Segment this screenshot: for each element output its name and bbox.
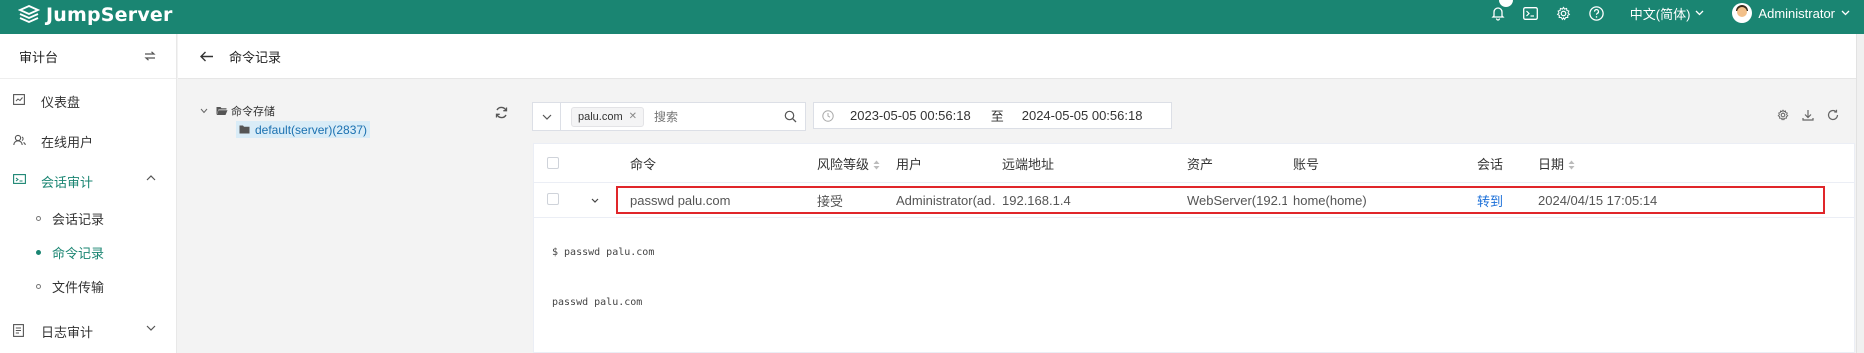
select-all-checkbox[interactable] xyxy=(547,157,559,169)
settings-icon[interactable] xyxy=(1777,109,1789,121)
caret-down-icon xyxy=(200,108,208,114)
download-icon[interactable] xyxy=(1802,109,1814,121)
sidebar-item-log-audit[interactable]: 日志审计 xyxy=(0,311,176,351)
sidebar-item-label: 仪表盘 xyxy=(41,94,81,110)
start-date[interactable]: 2023-05-05 00:56:18 xyxy=(850,108,971,123)
sidebar-subitem-session-records[interactable]: 会话记录 xyxy=(0,201,176,235)
bullet-icon xyxy=(36,249,41,255)
switch-view-icon[interactable] xyxy=(144,51,156,61)
session-icon xyxy=(13,174,27,188)
folder-open-icon xyxy=(216,107,228,115)
sidebar-item-session-audit[interactable]: 会话审计 xyxy=(0,161,176,201)
users-icon xyxy=(13,134,27,148)
brand-logo[interactable]: JumpServer xyxy=(18,0,173,30)
row-checkbox[interactable] xyxy=(547,193,559,205)
clock-icon xyxy=(822,109,834,122)
help-button[interactable] xyxy=(1589,5,1605,21)
page-scrollbar[interactable] xyxy=(1856,34,1864,353)
language-label: 中文(简体) xyxy=(1629,6,1691,22)
chevron-down-icon xyxy=(542,114,551,120)
sidebar-item-online-users[interactable]: 在线用户 xyxy=(0,121,176,161)
chevron-down-icon xyxy=(1841,10,1850,16)
sidebar-subitem-file-transfer[interactable]: 文件传输 xyxy=(0,269,176,303)
highlight-box xyxy=(616,186,1825,214)
jumpserver-logo-icon xyxy=(18,5,40,23)
tree-root-label: 命令存储 xyxy=(231,106,275,118)
chevron-up-icon xyxy=(146,175,156,181)
refresh-tree-icon[interactable] xyxy=(495,106,508,119)
command-storage-tree: 命令存储 default(server)(2837) xyxy=(200,103,520,138)
date-range-picker[interactable]: 2023-05-05 00:56:18 至 2024-05-05 00:56:1… xyxy=(813,102,1172,129)
sidebar-subitem-label: 会话记录 xyxy=(52,211,105,227)
search-icon[interactable] xyxy=(784,110,797,123)
bullet-icon xyxy=(36,283,41,289)
close-icon[interactable]: ✕ xyxy=(629,111,637,122)
top-navbar: JumpServer 中文(简体) Administrator xyxy=(0,0,1864,34)
sidebar-header: 审计台 xyxy=(0,34,176,79)
filter-tag-label: palu.com xyxy=(578,110,623,123)
table-tools xyxy=(1777,109,1839,121)
search-input[interactable] xyxy=(654,109,775,124)
sidebar-item-dashboard[interactable]: 仪表盘 xyxy=(0,81,176,121)
sidebar-item-label: 在线用户 xyxy=(41,134,94,150)
filter-field-dropdown[interactable] xyxy=(533,103,561,130)
page-title: 命令记录 xyxy=(229,49,282,65)
refresh-icon[interactable] xyxy=(1827,109,1839,121)
gear-icon xyxy=(1557,5,1571,20)
column-header-account: 账号 xyxy=(1293,156,1320,172)
notification-bell-button[interactable] xyxy=(1490,0,1513,21)
settings-button[interactable] xyxy=(1556,5,1572,21)
user-menu[interactable]: Administrator xyxy=(1732,3,1850,23)
web-terminal-button[interactable] xyxy=(1523,5,1539,21)
sidebar-title: 审计台 xyxy=(19,49,59,65)
expanded-output-line: passwd palu.com xyxy=(552,297,643,308)
dashboard-icon xyxy=(13,94,27,108)
sidebar-subitem-label: 命令记录 xyxy=(52,245,105,261)
brand-name: JumpServer xyxy=(46,4,173,26)
chevron-down-icon xyxy=(146,325,156,331)
log-icon xyxy=(13,324,27,338)
column-header-user: 用户 xyxy=(896,156,923,172)
back-arrow-icon[interactable] xyxy=(200,51,214,62)
end-date[interactable]: 2024-05-05 00:56:18 xyxy=(1022,108,1143,123)
sidebar-subitem-label: 文件传输 xyxy=(52,279,105,295)
filter-tag: palu.com ✕ xyxy=(571,106,645,127)
column-header-command: 命令 xyxy=(630,156,657,172)
column-header-risk-label: 风险等级 xyxy=(817,156,870,172)
column-header-date[interactable]: 日期 xyxy=(1538,154,1575,173)
terminal-icon xyxy=(1523,6,1539,20)
sidebar: 审计台 仪表盘 在线用户 会话审计 会话记录 命令记录 文件传输 日志审计 xyxy=(0,34,177,353)
folder-icon xyxy=(239,125,250,134)
table-header: 命令 风险等级 用户 远端地址 资产 账号 会话 日期 xyxy=(534,144,1854,183)
tree-node-root[interactable]: 命令存储 xyxy=(200,103,520,119)
command-table: 命令 风险等级 用户 远端地址 资产 账号 会话 日期 passwd palu.… xyxy=(533,143,1855,353)
expand-chevron-icon[interactable] xyxy=(591,198,599,203)
sidebar-item-label: 会话审计 xyxy=(41,174,94,190)
bell-icon xyxy=(1491,6,1505,21)
bullet-icon xyxy=(36,215,41,221)
avatar xyxy=(1732,3,1753,23)
sort-icon xyxy=(873,160,880,170)
language-switcher[interactable]: 中文(简体) xyxy=(1630,4,1705,23)
tree-child-label: default(server)(2837) xyxy=(255,122,368,137)
sort-icon xyxy=(1568,160,1575,170)
date-separator: 至 xyxy=(990,109,1004,124)
help-icon xyxy=(1589,5,1604,21)
column-header-asset: 资产 xyxy=(1187,156,1214,172)
column-header-session: 会话 xyxy=(1477,156,1504,172)
chevron-down-icon xyxy=(1695,10,1704,16)
username-label: Administrator xyxy=(1758,5,1835,21)
sidebar-subitem-command-records[interactable]: 命令记录 xyxy=(0,235,176,269)
column-header-remote: 远端地址 xyxy=(1002,156,1055,172)
sidebar-item-label: 日志审计 xyxy=(41,324,94,340)
expanded-output-line: $ passwd palu.com xyxy=(552,247,655,258)
column-header-date-label: 日期 xyxy=(1538,156,1565,172)
search-filter: palu.com ✕ xyxy=(532,102,806,131)
page-header: 命令记录 xyxy=(178,34,1864,79)
column-header-risk[interactable]: 风险等级 xyxy=(817,154,880,173)
tree-node-default-storage[interactable]: default(server)(2837) xyxy=(236,121,371,138)
